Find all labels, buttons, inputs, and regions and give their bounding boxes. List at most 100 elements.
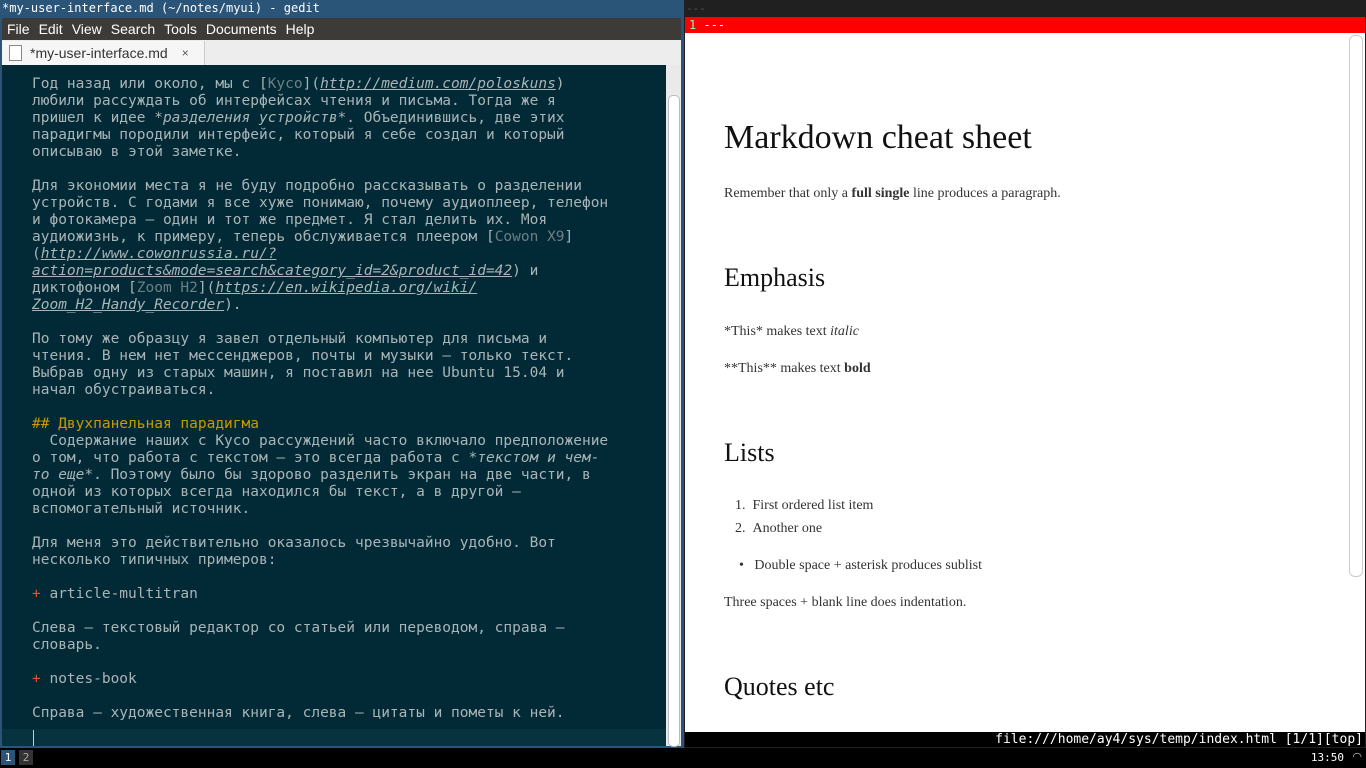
text-segment: ## Двухпанельная парадигма	[32, 416, 259, 432]
editor-line: начал обустраиваться.	[32, 382, 215, 399]
text-cursor	[33, 730, 34, 746]
text-segment: +	[32, 671, 41, 687]
close-tab-icon[interactable]: ×	[182, 46, 189, 60]
editor-line: вспомогательный источник.	[32, 501, 250, 518]
document-tab[interactable]: *my-user-interface.md ×	[2, 41, 205, 65]
text-segment: *. Поэтому было бы здорово разделить экр…	[84, 467, 591, 483]
text-segment: (	[32, 246, 41, 262]
text-segment: описываю в этой заметке.	[32, 144, 242, 160]
window-title: *my-user-interface.md (~/notes/myui) - g…	[2, 1, 320, 15]
editor-line: Слева — текстовый редактор со статьей ил…	[32, 620, 565, 637]
editor-line: любили рассуждать об интерфейсах чтения …	[32, 93, 556, 110]
ordered-list-item: 2. Another one	[735, 521, 823, 536]
tab-label: *my-user-interface.md	[30, 45, 168, 61]
gedit-window: *my-user-interface.md (~/notes/myui) - g…	[0, 0, 684, 748]
ordered-list-item: 1. First ordered list item	[735, 498, 874, 513]
browser-status-bar: file:///home/ay4/sys/temp/index.html [1/…	[685, 732, 1365, 747]
editor-line: диктофоном [Zoom H2](https://en.wikipedi…	[32, 280, 477, 297]
editor-line: то еще*. Поэтому было бы здорово раздели…	[32, 467, 591, 484]
editor-line: + notes-book	[32, 671, 137, 688]
menu-file[interactable]: File	[7, 21, 30, 37]
editor-line: Выбрав одну из старых машин, я поставил …	[32, 365, 565, 382]
menu-view[interactable]: View	[72, 21, 102, 37]
editor-line: одной из которых всегда находился бы тек…	[32, 484, 521, 501]
text-segment: Слева — текстовый редактор со статьей ил…	[32, 620, 565, 636]
editor-line: несколько типичных примеров:	[32, 552, 276, 569]
text-segment: парадигмы породили интерфейс, который я …	[32, 127, 565, 143]
text-segment: вспомогательный источник.	[32, 501, 251, 517]
text-segment: любили рассуждать об интерфейсах чтения …	[32, 93, 556, 109]
emphasis-italic-line: *This* makes text italic	[724, 324, 859, 340]
editor-scrollbar[interactable]	[666, 65, 681, 747]
text-segment: По тому же образцу я завел отдельный ком…	[32, 331, 548, 347]
menu-search[interactable]: Search	[111, 21, 155, 37]
indentation-note: Three spaces + blank line does indentati…	[724, 595, 967, 610]
bold-text: bold	[844, 361, 871, 376]
editor-line: аудиожизнь, к примеру, теперь обслуживае…	[32, 229, 573, 246]
source-line-bar: 1 ---	[685, 17, 1365, 33]
clock: 13:50	[1310, 751, 1344, 764]
wifi-icon: ◠	[1352, 750, 1362, 763]
text-segment: несколько типичных примеров:	[32, 552, 277, 568]
text-segment: пришел к идее	[32, 110, 155, 126]
scrollbar-thumb[interactable]	[668, 95, 680, 747]
text-segment: ).	[224, 297, 242, 313]
intro-text-end: line produces a paragraph.	[909, 186, 1061, 201]
text-segment: Год назад или около, мы с [	[32, 76, 268, 92]
editor-line: Содержание наших с Кусо рассуждений част…	[32, 433, 608, 450]
list-text: Double space + asterisk produces sublist	[754, 558, 982, 573]
editor-line: Для меня это действительно оказалось чре…	[32, 535, 556, 552]
text-segment: *. Объединившись, две этих	[337, 110, 565, 126]
text-segment: Zoom H2	[136, 280, 198, 296]
text-segment: https://en.wikipedia.org/wiki/	[215, 280, 478, 296]
menu-documents[interactable]: Documents	[206, 21, 277, 37]
editor-line: Zoom_H2_Handy_Recorder).	[32, 297, 242, 314]
heading-quotes: Quotes etc	[724, 672, 835, 701]
text-segment: и фотокамера — один и тот же предмет. Я …	[32, 212, 548, 228]
text-segment: +	[32, 586, 41, 602]
text-segment: Zoom_H2_Handy_Recorder	[32, 297, 225, 313]
text-segment: Для меня это действительно оказалось чре…	[32, 535, 556, 551]
text-segment: словарь.	[32, 637, 102, 653]
text-segment: Выбрав одну из старых машин, я поставил …	[32, 365, 565, 381]
workspace-2[interactable]: 2	[19, 750, 33, 765]
italic-text: italic	[830, 324, 859, 339]
editor-line: парадигмы породили интерфейс, который я …	[32, 127, 565, 144]
editor-line: пришел к идее *разделения устройств*. Об…	[32, 110, 565, 127]
menu-edit[interactable]: Edit	[39, 21, 63, 37]
intro-text: Remember that only a	[724, 186, 852, 201]
text-segment: начал обустраиваться.	[32, 382, 216, 398]
heading-lists: Lists	[724, 438, 775, 467]
text-segment: *текстом и чем-	[468, 450, 600, 466]
intro-bold: full single	[851, 186, 910, 201]
text: *This* makes text	[724, 324, 831, 339]
text-segment: article-multitran	[40, 586, 198, 602]
intro-paragraph: Remember that only a full single line pr…	[724, 186, 1061, 202]
heading-emphasis: Emphasis	[724, 263, 826, 292]
taskbar: 1 2 13:50 ◠	[0, 748, 1366, 768]
menu-help[interactable]: Help	[286, 21, 315, 37]
text: **This** makes text	[724, 361, 845, 376]
emphasis-bold-line: **This** makes text bold	[724, 361, 871, 377]
menu-tools[interactable]: Tools	[164, 21, 197, 37]
text-segment: о том, что работа с текстом — это всегда…	[32, 450, 469, 466]
page-scrollbar[interactable]	[1349, 35, 1363, 577]
current-line-highlight	[2, 729, 666, 746]
text-segment: *разделения устройств	[154, 110, 338, 126]
text-editor[interactable]: Год назад или около, мы с [Кусо](http://…	[2, 65, 666, 746]
text-segment: notes-book	[40, 671, 137, 687]
editor-line: ## Двухпанельная парадигма	[32, 416, 259, 433]
editor-line: + article-multitran	[32, 586, 198, 603]
text-segment: Содержание наших с Кусо рассуждений част…	[32, 433, 609, 449]
text-segment: http://www.cowonrussia.ru/?	[40, 246, 277, 262]
workspace-1[interactable]: 1	[1, 750, 15, 765]
text-segment: ) и	[512, 263, 539, 279]
editor-line: чтения. В нем нет мессенджеров, почты и …	[32, 348, 573, 365]
text-segment: ](	[197, 280, 216, 296]
editor-line: По тому же образцу я завел отдельный ком…	[32, 331, 547, 348]
rendered-page: Markdown cheat sheet Remember that only …	[685, 33, 1365, 732]
editor-line: Год назад или около, мы с [Кусо](http://…	[32, 76, 565, 93]
editor-line: словарь.	[32, 637, 102, 654]
editor-line: устройств. С годами я все хуже понимаю, …	[32, 195, 608, 212]
text-segment: ](	[302, 76, 321, 92]
